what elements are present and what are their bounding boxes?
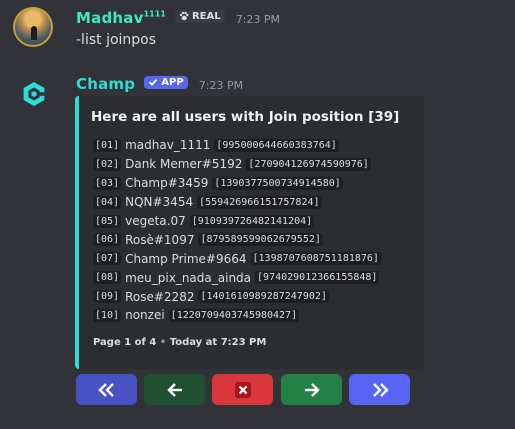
list-item: [06] Rosè#1097 [879589599062679552] (93, 230, 381, 249)
list-item: [05] vegeta.07 [910939726482141204] (93, 212, 381, 231)
message-timestamp: 7:23 PM (235, 13, 281, 26)
username: Rosè#1097 (125, 232, 195, 247)
author-superscript: 1111 (143, 9, 166, 19)
user-id: [1220709403745980427] (168, 308, 300, 322)
join-position: [10] (93, 308, 122, 322)
join-position: [04] (93, 195, 122, 209)
username: Rose#2282 (125, 289, 195, 304)
join-position: [06] (93, 233, 122, 247)
username: Champ#3459 (125, 176, 209, 191)
username: Dank Memer#5192 (125, 157, 243, 172)
embed-title: Here are all users with Join position [3… (91, 109, 400, 125)
user-id: [995000644660383764] (214, 138, 339, 152)
author-name[interactable]: Madhav (76, 9, 144, 27)
paw-icon (179, 11, 189, 21)
username: nonzei (125, 308, 165, 323)
footer-page: Page 1 of 4 (93, 337, 157, 348)
user-id: [879589599062679552] (198, 233, 323, 247)
user-id: [1398707608751181876] (250, 252, 381, 266)
list-item: [07] Champ Prime#9664 [1398707608751181876… (93, 249, 381, 268)
double-chevron-left-icon (97, 382, 114, 397)
footer-separator: • (159, 337, 167, 348)
user-tag-badge[interactable]: REAL (174, 9, 225, 23)
join-position: [03] (93, 176, 122, 190)
avatar-ring (13, 7, 53, 47)
user-id: [559426966151757824] (197, 195, 322, 209)
list-item: [04] NQN#3454 [559426966151757824] (93, 193, 381, 212)
checkmark-icon (149, 78, 158, 86)
join-position: [08] (93, 271, 122, 285)
bot-message-header: Champ APP 7:23 PM (76, 74, 243, 93)
user-id: [270904126974590976] (246, 157, 371, 171)
bot-message-timestamp: 7:23 PM (198, 79, 244, 92)
arrow-right-icon (304, 382, 320, 397)
app-badge-label: APP (161, 76, 184, 88)
username: Champ Prime#9664 (125, 251, 247, 266)
bot-author-name[interactable]: Champ (76, 75, 135, 93)
list-item: [10] nonzei [1220709403745980427] (93, 306, 381, 325)
list-item: [01] madhav_1111 [995000644660383764] (93, 136, 381, 155)
list-item: [03] Champ#3459 [1390377500734914580] (93, 174, 381, 193)
double-chevron-right-icon (372, 382, 389, 397)
join-position: [02] (93, 157, 122, 171)
user-id: [1401610989287247902] (198, 290, 329, 304)
last-page-button[interactable] (349, 374, 410, 405)
arrow-left-icon (166, 382, 182, 397)
message-text: -list joinpos (76, 32, 157, 48)
join-position: [07] (93, 252, 122, 266)
app-badge: APP (144, 75, 188, 89)
embed-footer: Page 1 of 4 • Today at 7:23 PM (93, 337, 266, 348)
join-position: [01] (93, 138, 122, 152)
footer-timestamp: Today at 7:23 PM (169, 337, 267, 348)
previous-page-button[interactable] (144, 374, 205, 405)
user-id: [974029012366155848] (255, 271, 380, 285)
username: vegeta.07 (125, 214, 186, 228)
username: meu_pix_nada_ainda (125, 270, 252, 285)
list-item: [02] Dank Memer#5192 [270904126974590976] (93, 155, 381, 174)
user-avatar[interactable] (13, 7, 53, 47)
embed: Here are all users with Join position [3… (75, 96, 424, 369)
close-icon (234, 381, 251, 398)
stop-button[interactable] (212, 374, 273, 405)
username: madhav_1111 (125, 138, 211, 153)
message-header: Madhav1111 REAL 7:23 PM (76, 8, 280, 27)
join-position: [05] (93, 214, 122, 228)
first-page-button[interactable] (76, 374, 137, 405)
user-id: [910939726482141204] (189, 214, 315, 228)
champ-logo-icon (23, 82, 45, 106)
embed-list: [01] madhav_1111 [995000644660383764] [02] D… (93, 136, 381, 325)
user-tag-label: REAL (191, 10, 221, 22)
user-id: [1390377500734914580] (212, 176, 343, 190)
next-page-button[interactable] (281, 374, 342, 405)
join-position: [09] (93, 290, 122, 304)
username: NQN#3454 (125, 195, 194, 210)
bot-avatar[interactable] (21, 81, 47, 107)
list-item: [08] meu_pix_nada_ainda [97402901236615584… (93, 268, 381, 287)
list-item: [09] Rose#2282 [1401610989287247902] (93, 287, 381, 306)
